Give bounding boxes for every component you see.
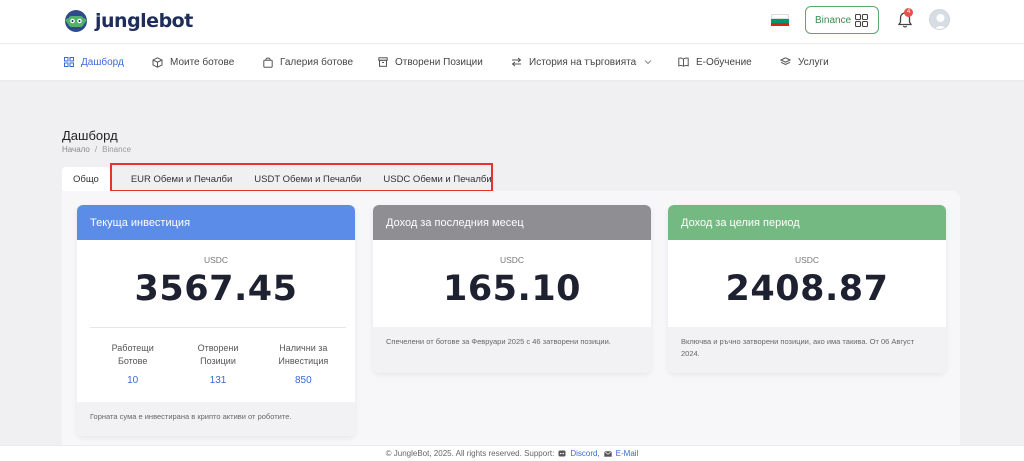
nav-label: История на търговията	[529, 56, 637, 68]
nav-item-open-positions[interactable]: Отворени Позиции	[378, 44, 483, 80]
grid-icon	[855, 14, 868, 27]
robot-logo-icon	[62, 7, 90, 35]
language-flag-icon[interactable]	[771, 14, 789, 26]
logo[interactable]: junglebot	[62, 7, 193, 35]
exchange-label: Binance	[815, 14, 852, 26]
nav-item-services[interactable]: Услуги	[780, 44, 829, 80]
stat-label: Налични за	[279, 343, 328, 353]
card-value: 3567.45	[134, 269, 298, 309]
dashboard-grid-icon	[64, 57, 74, 67]
chevron-down-icon	[644, 60, 652, 65]
email-link[interactable]: E-Mail	[616, 449, 639, 458]
nav-label: Отворени Позиции	[395, 56, 483, 68]
card-title: Доход за последния месец	[373, 205, 651, 240]
nav-label: Галерия ботове	[280, 56, 354, 68]
discord-link[interactable]: Discord,	[570, 449, 599, 458]
nav-item-dashboard[interactable]: Дашборд	[64, 44, 124, 80]
tab-highlight-box	[110, 163, 493, 192]
nav-label: Е-Обучение	[696, 56, 752, 68]
card-currency: USDC	[499, 255, 525, 265]
nav-item-bot-gallery[interactable]: Галерия ботове	[263, 44, 353, 80]
breadcrumb-current: Binance	[102, 145, 132, 154]
exchange-selector-button[interactable]: Binance	[805, 6, 879, 34]
exchange-arrows-icon	[511, 57, 522, 67]
nav-label: Дашборд	[81, 56, 124, 68]
nav-label: Моите ботове	[170, 56, 235, 68]
nav-item-e-learning[interactable]: Е-Обучение	[678, 44, 752, 80]
stat-value[interactable]: 10	[90, 374, 175, 389]
all-time-card: Доход за целия период USDC 2408.87 Включ…	[668, 205, 946, 373]
cube-icon	[152, 56, 163, 68]
stat-value[interactable]: 131	[175, 374, 260, 389]
book-icon	[678, 57, 689, 67]
card-note: Горната сума е инвестирана в крипто акти…	[77, 402, 355, 436]
card-title: Доход за целия период	[668, 205, 946, 240]
logo-text: junglebot	[95, 10, 193, 32]
stat-value[interactable]: 850	[261, 374, 346, 389]
breadcrumb: Начало / Binance	[62, 145, 131, 154]
stat-running-bots: Работещи Ботове 10	[90, 342, 175, 389]
stat-available: Налични за Инвестиция 850	[261, 342, 346, 389]
card-currency: USDC	[794, 255, 820, 265]
box-icon	[378, 57, 388, 67]
card-value: 2408.87	[725, 269, 889, 309]
footer-text: © JungleBot, 2025. All rights reserved. …	[385, 449, 555, 458]
page-title: Дашборд	[62, 128, 118, 143]
top-bar: junglebot Binance 4	[0, 0, 1024, 44]
nav-item-my-bots[interactable]: Моите ботове	[152, 44, 234, 80]
tab-total[interactable]: Общо	[62, 167, 110, 191]
bag-icon	[263, 57, 273, 68]
email-icon	[603, 450, 612, 457]
main-nav: Дашборд Моите ботове Галерия ботове Отво…	[0, 44, 1024, 80]
card-currency: USDC	[203, 255, 229, 265]
nav-item-trading-history[interactable]: История на търговията	[511, 44, 652, 80]
footer: © JungleBot, 2025. All rights reserved. …	[0, 445, 1024, 461]
investment-card: Текуща инвестиция USDC 3567.45 Работещи …	[77, 205, 355, 436]
discord-icon	[558, 450, 566, 457]
breadcrumb-separator: /	[94, 145, 98, 154]
card-note: Спечелени от ботове за Февруари 2025 с 4…	[373, 327, 651, 373]
stat-label: Ботове	[117, 356, 148, 367]
stat-label: Отворени	[197, 343, 239, 353]
layers-icon	[780, 57, 791, 66]
avatar[interactable]	[929, 9, 950, 30]
last-month-card: Доход за последния месец USDC 165.10 Спе…	[373, 205, 651, 373]
stat-label: Инвестиция	[278, 356, 329, 367]
card-value: 165.10	[442, 269, 582, 309]
notification-badge: 4	[904, 8, 913, 17]
stat-label: Работещи	[111, 343, 154, 353]
card-note: Включва и ръчно затворени позиции, ако и…	[668, 327, 946, 373]
breadcrumb-home[interactable]: Начало	[62, 145, 90, 154]
stat-open-positions: Отворени Позиции 131	[175, 342, 260, 389]
investment-stats: Работещи Ботове 10 Отворени Позиции 131 …	[90, 327, 346, 389]
nav-label: Услуги	[798, 56, 829, 68]
card-title: Текуща инвестиция	[77, 205, 355, 240]
stat-label: Позиции	[200, 356, 236, 367]
